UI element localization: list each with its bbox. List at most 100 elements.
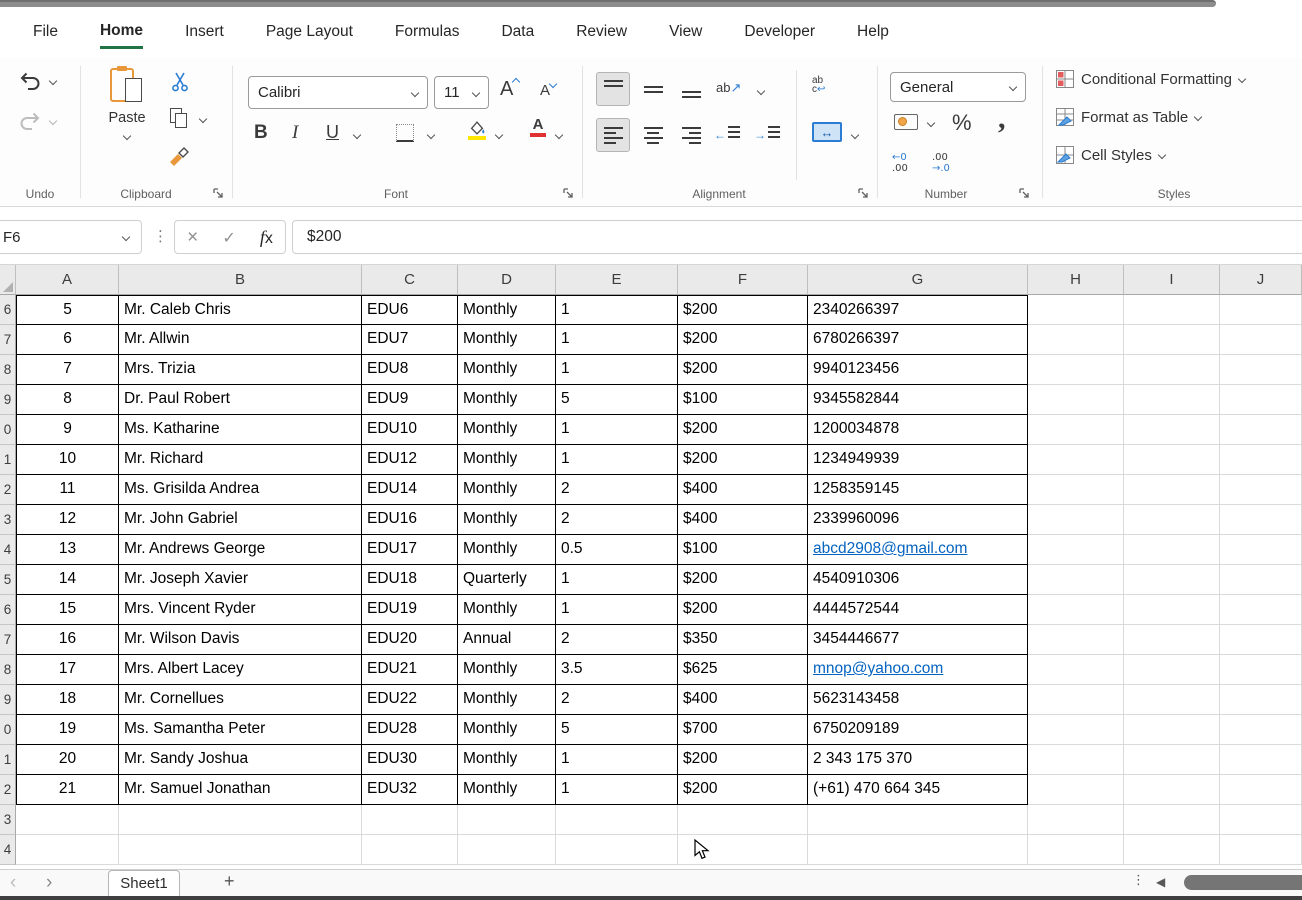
cell[interactable]: 2	[556, 625, 678, 655]
prev-sheet-button[interactable]: ‹	[10, 871, 16, 895]
cut-button[interactable]	[170, 72, 190, 97]
cell[interactable]: EDU16	[362, 505, 458, 535]
cell[interactable]: Monthly	[458, 595, 556, 625]
next-sheet-button[interactable]: ›	[46, 871, 52, 895]
empty-cell[interactable]	[1124, 325, 1220, 355]
merge-center-dropdown[interactable]	[851, 131, 859, 139]
tab-bar-dots[interactable]: ⋮	[1132, 873, 1145, 888]
row-header[interactable]: 3	[0, 805, 16, 835]
menu-item-home[interactable]: Home	[79, 16, 164, 55]
cell[interactable]: Annual	[458, 625, 556, 655]
empty-cell[interactable]	[1028, 415, 1124, 445]
cell[interactable]: Ms. Katharine	[119, 415, 362, 445]
empty-cell[interactable]	[1220, 385, 1302, 415]
cell[interactable]: $200	[678, 445, 808, 475]
column-header-a[interactable]: A	[16, 265, 119, 295]
empty-cell[interactable]	[1028, 715, 1124, 745]
empty-cell[interactable]	[1124, 625, 1220, 655]
row-header[interactable]: 0	[0, 715, 16, 745]
cell[interactable]: $200	[678, 325, 808, 355]
row-header[interactable]: 9	[0, 685, 16, 715]
cell[interactable]: $400	[678, 475, 808, 505]
empty-cell[interactable]	[1028, 745, 1124, 775]
empty-cell[interactable]	[1028, 295, 1124, 325]
cell[interactable]: 9	[16, 415, 119, 445]
cell[interactable]: 1	[556, 325, 678, 355]
cell[interactable]: 19	[16, 715, 119, 745]
empty-cell[interactable]	[1220, 535, 1302, 565]
cell[interactable]: Monthly	[458, 385, 556, 415]
empty-cell[interactable]	[556, 805, 678, 835]
cell-styles-button[interactable]: Cell Styles	[1056, 146, 1165, 164]
cell[interactable]: 2340266397	[808, 295, 1028, 325]
empty-cell[interactable]	[1028, 505, 1124, 535]
empty-cell[interactable]	[119, 835, 362, 865]
increase-decimal-button[interactable]: ←0.00	[892, 152, 908, 174]
cell[interactable]: EDU7	[362, 325, 458, 355]
column-header-c[interactable]: C	[362, 265, 458, 295]
cell[interactable]: 1234949939	[808, 445, 1028, 475]
empty-cell[interactable]	[808, 805, 1028, 835]
increase-font-button[interactable]: A	[500, 78, 519, 101]
column-header-e[interactable]: E	[556, 265, 678, 295]
empty-cell[interactable]	[1124, 745, 1220, 775]
cell[interactable]: EDU17	[362, 535, 458, 565]
align-center-button[interactable]	[636, 118, 670, 152]
menu-item-review[interactable]: Review	[555, 17, 648, 53]
cell[interactable]: $200	[678, 415, 808, 445]
row-header[interactable]: 4	[0, 535, 16, 565]
cell[interactable]: 1	[556, 355, 678, 385]
cell[interactable]: 4540910306	[808, 565, 1028, 595]
empty-cell[interactable]	[1220, 445, 1302, 475]
fill-color-button[interactable]	[468, 120, 486, 140]
cell[interactable]: Dr. Paul Robert	[119, 385, 362, 415]
bold-button[interactable]: B	[254, 122, 268, 144]
cell[interactable]: mnop@yahoo.com	[808, 655, 1028, 685]
align-left-button[interactable]	[596, 118, 630, 152]
empty-cell[interactable]	[1124, 445, 1220, 475]
menu-item-help[interactable]: Help	[836, 17, 910, 53]
cell[interactable]: 20	[16, 745, 119, 775]
font-color-button[interactable]: A	[530, 118, 546, 137]
cell[interactable]: 1	[556, 775, 678, 805]
cell[interactable]: Mrs. Albert Lacey	[119, 655, 362, 685]
column-header-i[interactable]: I	[1124, 265, 1220, 295]
font-dialog-launcher[interactable]	[562, 187, 575, 200]
empty-cell[interactable]	[1028, 445, 1124, 475]
menu-item-data[interactable]: Data	[480, 17, 555, 53]
empty-cell[interactable]	[362, 835, 458, 865]
cell[interactable]: 5	[16, 295, 119, 325]
cell[interactable]: $700	[678, 715, 808, 745]
decrease-indent-button[interactable]: ←	[714, 126, 740, 143]
column-header-f[interactable]: F	[678, 265, 808, 295]
cell[interactable]: Mr. Wilson Davis	[119, 625, 362, 655]
column-header-j[interactable]: J	[1220, 265, 1302, 295]
align-bottom-button[interactable]	[674, 72, 708, 106]
cell[interactable]: Monthly	[458, 355, 556, 385]
cell[interactable]: 11	[16, 475, 119, 505]
cell[interactable]: 2	[556, 475, 678, 505]
empty-cell[interactable]	[1124, 775, 1220, 805]
decrease-font-button[interactable]: A	[540, 82, 556, 100]
row-header[interactable]: 6	[0, 595, 16, 625]
cell[interactable]: 13	[16, 535, 119, 565]
cell[interactable]: 14	[16, 565, 119, 595]
cell[interactable]: 1	[556, 595, 678, 625]
empty-cell[interactable]	[1124, 685, 1220, 715]
cell[interactable]: 1200034878	[808, 415, 1028, 445]
cell[interactable]: Quarterly	[458, 565, 556, 595]
copy-button[interactable]	[170, 108, 190, 130]
empty-cell[interactable]	[458, 835, 556, 865]
menu-item-view[interactable]: View	[648, 17, 723, 53]
menu-item-insert[interactable]: Insert	[164, 17, 245, 53]
align-right-button[interactable]	[674, 118, 708, 152]
cell[interactable]: $200	[678, 595, 808, 625]
cell[interactable]: 6780266397	[808, 325, 1028, 355]
empty-cell[interactable]	[1028, 475, 1124, 505]
cell[interactable]: 1258359145	[808, 475, 1028, 505]
cell[interactable]: Monthly	[458, 445, 556, 475]
accounting-format-button[interactable]	[894, 114, 918, 130]
cell-hyperlink[interactable]: abcd2908@gmail.com	[813, 540, 967, 557]
alignment-dialog-launcher[interactable]	[857, 187, 870, 200]
empty-cell[interactable]	[1124, 355, 1220, 385]
